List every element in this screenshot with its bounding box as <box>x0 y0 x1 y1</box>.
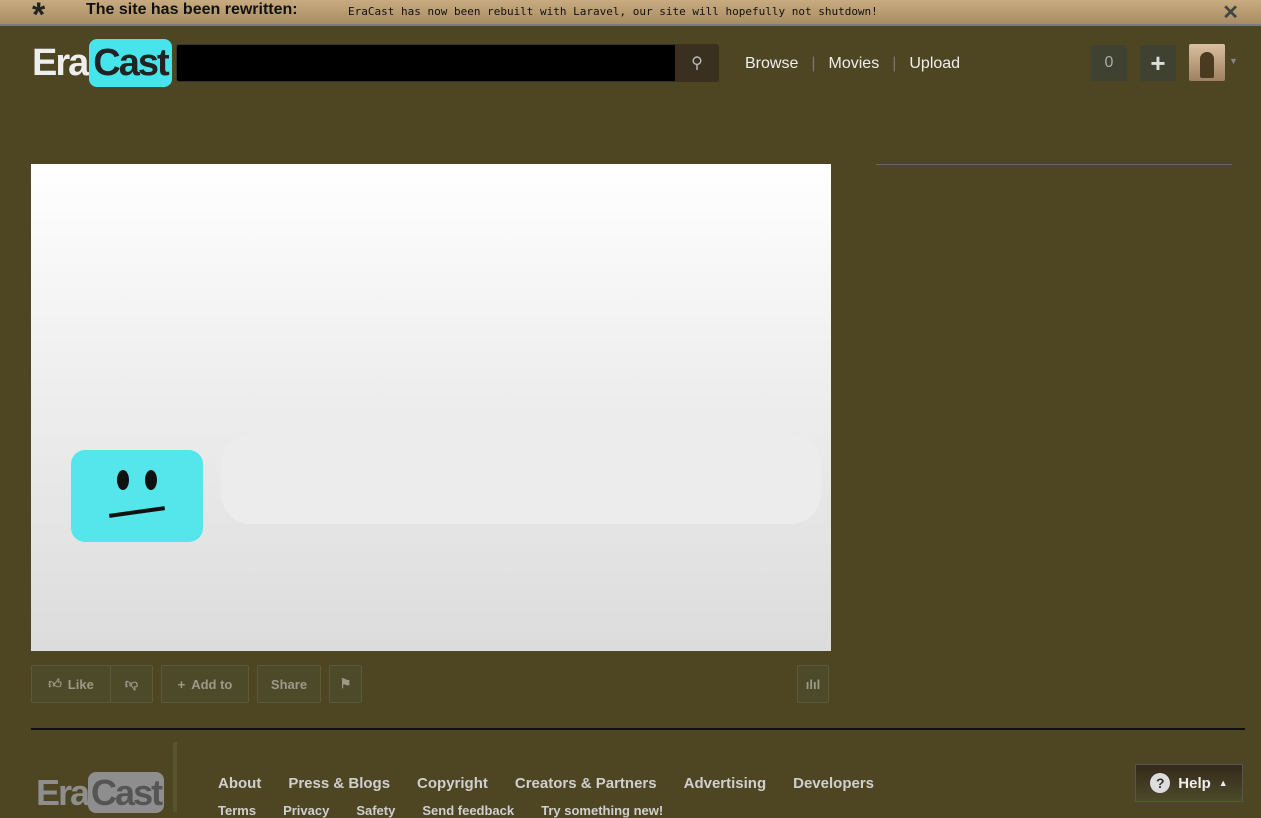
stats-button[interactable]: ılıl <box>797 665 829 703</box>
footer-link-privacy[interactable]: Privacy <box>283 803 329 818</box>
nav-movies[interactable]: Movies <box>829 55 880 73</box>
footer-link-try-new[interactable]: Try something new! <box>541 803 663 818</box>
footer-link-feedback[interactable]: Send feedback <box>422 803 514 818</box>
footer-logo-cast: Cast <box>88 772 165 813</box>
question-icon: ? <box>1150 773 1171 793</box>
footer-links-secondary: Terms Privacy Safety Send feedback Try s… <box>218 803 663 818</box>
nav-upload[interactable]: Upload <box>909 55 960 73</box>
thumbs-down-icon: 👎︎ <box>124 676 139 691</box>
avatar[interactable] <box>1189 44 1225 81</box>
logo-cast: Cast <box>89 39 172 87</box>
footer-link-copyright[interactable]: Copyright <box>417 775 488 792</box>
search-icon: ⚲ <box>691 55 703 72</box>
announcement-banner: * The site has been rewritten: EraCast h… <box>0 0 1261 34</box>
footer-link-developers[interactable]: Developers <box>793 775 874 792</box>
chevron-down-icon[interactable]: ▼ <box>1229 56 1238 66</box>
help-label: Help <box>1178 774 1211 792</box>
add-to-label: Add to <box>191 676 233 692</box>
notification-count[interactable]: 0 <box>1091 45 1127 81</box>
dislike-button[interactable]: 👎︎ <box>110 665 153 703</box>
add-button[interactable]: + <box>1140 45 1176 81</box>
footer-divider <box>31 728 1245 730</box>
footer-link-terms[interactable]: Terms <box>218 803 256 818</box>
nav-separator: | <box>892 55 897 72</box>
eye <box>117 470 129 490</box>
thumbs-up-icon: 👍︎ <box>48 676 62 691</box>
flag-icon: ⚑ <box>339 676 352 691</box>
flag-button[interactable]: ⚑ <box>329 665 362 703</box>
add-to-button[interactable]: + Add to <box>161 665 249 703</box>
footer-link-advertising[interactable]: Advertising <box>684 775 767 792</box>
footer-vertical-divider <box>173 742 177 812</box>
close-icon[interactable]: ✕ <box>1222 0 1239 25</box>
banner-message: EraCast has now been rebuilt with Larave… <box>348 5 878 18</box>
footer-links: About Press & Blogs Copyright Creators &… <box>218 775 874 792</box>
nav-browse[interactable]: Browse <box>745 55 798 73</box>
footer-link-creators[interactable]: Creators & Partners <box>515 775 657 792</box>
eye <box>145 470 157 490</box>
search-button[interactable]: ⚲ <box>675 44 719 82</box>
banner-title: The site has been rewritten: <box>86 1 298 18</box>
logo-era: Era <box>32 41 89 84</box>
footer-link-safety[interactable]: Safety <box>356 803 395 818</box>
help-button[interactable]: ? Help ▲ <box>1135 764 1243 802</box>
footer-link-about[interactable]: About <box>218 775 261 792</box>
eracast-mascot-icon <box>71 450 203 542</box>
logo[interactable]: Era Cast <box>32 39 172 87</box>
plus-icon: + <box>177 676 186 692</box>
footer-link-press[interactable]: Press & Blogs <box>288 775 390 792</box>
sidebar-divider <box>876 164 1232 165</box>
nav-separator: | <box>811 55 816 72</box>
footer-logo[interactable]: EraCast <box>36 772 165 814</box>
bar-chart-icon: ılıl <box>805 676 821 692</box>
video-player[interactable] <box>31 164 831 651</box>
like-label: Like <box>67 676 94 692</box>
caret-up-icon: ▲ <box>1218 778 1228 788</box>
search-input[interactable] <box>176 44 676 82</box>
main-nav: Browse | Movies | Upload <box>745 55 960 73</box>
asterisk-icon: * <box>32 0 46 34</box>
like-button[interactable]: 👍︎ Like <box>31 665 111 703</box>
placeholder-shape <box>221 434 821 524</box>
share-label: Share <box>270 676 308 692</box>
mouth <box>108 506 166 518</box>
share-button[interactable]: Share <box>257 665 321 703</box>
footer-logo-era: Era <box>36 772 90 813</box>
